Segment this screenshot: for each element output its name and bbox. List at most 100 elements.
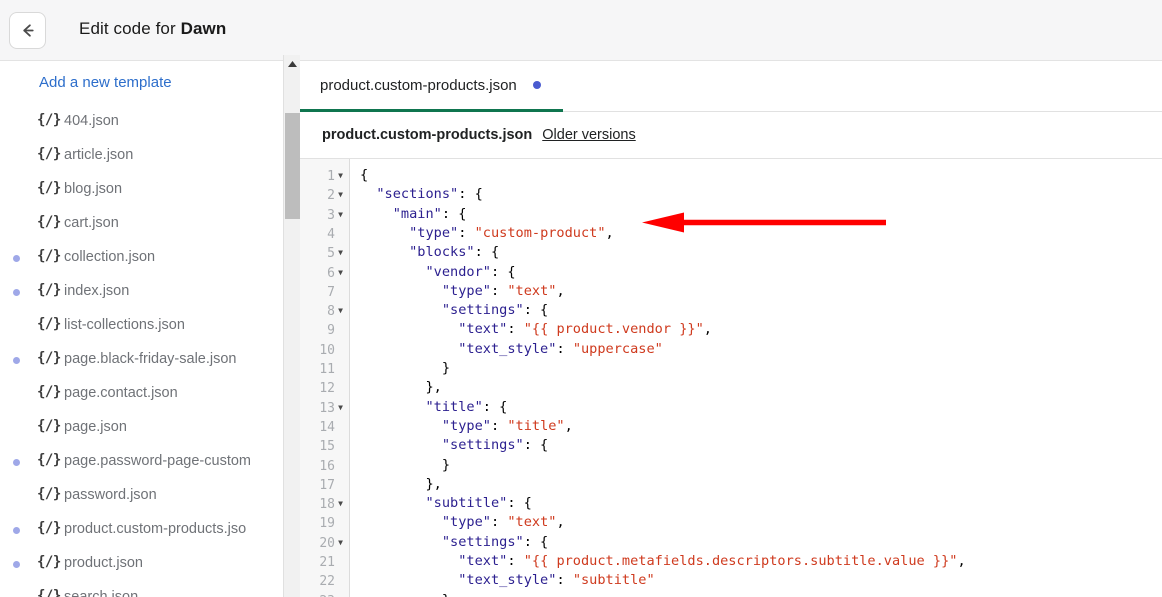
json-punctuation: { — [360, 167, 369, 183]
json-key: "subtitle" — [425, 495, 508, 512]
back-button[interactable] — [9, 12, 46, 49]
fold-spacer: ▼ — [335, 224, 346, 243]
arrow-left-icon — [18, 21, 37, 40]
file-list-item[interactable]: {/} product.json — [0, 547, 283, 581]
code-file-icon: {/} — [37, 146, 61, 162]
older-versions-link[interactable]: Older versions — [542, 127, 635, 143]
file-list-item[interactable]: {/} 404.json — [0, 105, 283, 139]
code-fold-toggle-icon[interactable]: ▼ — [335, 166, 346, 185]
line-number-value: 6 — [327, 265, 335, 281]
line-number: 2 ▼ — [300, 185, 350, 204]
code-fold-toggle-icon[interactable]: ▼ — [335, 185, 346, 204]
scroll-up-arrow-icon[interactable] — [284, 55, 300, 72]
current-file-name: product.custom-products.json — [322, 127, 533, 143]
code-line[interactable]: } — [360, 359, 450, 378]
code-line[interactable]: "type": "text", — [360, 282, 565, 301]
code-editor[interactable]: { "sections": {"main": {"type": "custom-p… — [300, 159, 1162, 597]
fold-spacer: ▼ — [335, 513, 346, 532]
editor-panel: product.custom-products.json product.cus… — [300, 61, 1162, 597]
line-number-value: 9 — [327, 323, 335, 339]
line-number: 16▼ — [300, 456, 350, 475]
code-line[interactable]: "text_style": "uppercase" — [360, 340, 663, 359]
line-number: 7▼ — [300, 282, 350, 301]
file-list-item[interactable]: {/} password.json — [0, 479, 283, 513]
code-line[interactable]: "settings": { — [360, 301, 548, 320]
fold-spacer: ▼ — [335, 417, 346, 436]
sidebar-scrollbar-thumb[interactable] — [285, 113, 300, 219]
file-list-item[interactable]: {/} index.json — [0, 275, 283, 309]
json-punctuation: , — [564, 417, 573, 434]
file-list-item[interactable]: {/} product.custom-products.jso — [0, 513, 283, 547]
page-title-theme: Dawn — [180, 19, 227, 38]
code-line[interactable]: } — [360, 591, 450, 597]
json-string-value: "title" — [507, 417, 565, 434]
file-list-item[interactable]: {/} list-collections.json — [0, 309, 283, 343]
line-number: 18 ▼ — [300, 494, 350, 513]
line-number: 17▼ — [300, 475, 350, 494]
line-number-value: 14 — [319, 419, 335, 435]
code-file-icon: {/} — [37, 112, 61, 128]
line-number-value: 3 — [327, 207, 335, 223]
file-list-item-label: page.contact.json — [64, 385, 178, 401]
code-fold-toggle-icon[interactable]: ▼ — [335, 243, 346, 262]
file-list-item[interactable]: {/} page.contact.json — [0, 377, 283, 411]
json-punctuation: }, — [425, 475, 442, 492]
code-line[interactable]: }, — [360, 378, 441, 397]
code-fold-toggle-icon[interactable]: ▼ — [335, 494, 346, 513]
json-punctuation: : { — [441, 205, 467, 222]
line-number: 11▼ — [300, 359, 350, 378]
file-list-item-label: 404.json — [64, 113, 119, 129]
json-punctuation: : { — [523, 437, 549, 454]
line-number: 10▼ — [300, 340, 350, 359]
file-list-item[interactable]: {/} page.json — [0, 411, 283, 445]
json-string-value: "custom-product" — [474, 224, 606, 241]
code-fold-toggle-icon[interactable]: ▼ — [335, 398, 346, 417]
code-line[interactable]: "text_style": "subtitle" — [360, 571, 655, 590]
code-content[interactable]: { "sections": {"main": {"type": "custom-p… — [351, 159, 1162, 597]
line-number-value: 7 — [327, 284, 335, 300]
code-line[interactable]: "subtitle": { — [360, 494, 531, 513]
code-line[interactable]: "settings": { — [360, 533, 548, 552]
json-string-value: "text" — [507, 514, 557, 531]
json-punctuation: } — [441, 456, 451, 473]
file-list-item[interactable]: {/} search.json — [0, 581, 283, 597]
file-list-item[interactable]: {/} page.black-friday-sale.json — [0, 343, 283, 377]
code-line[interactable]: "text": "{{ product.vendor }}", — [360, 320, 712, 339]
tab-product-custom-products[interactable]: product.custom-products.json — [300, 61, 563, 112]
file-list-item[interactable]: {/} collection.json — [0, 241, 283, 275]
code-fold-toggle-icon[interactable]: ▼ — [335, 205, 346, 224]
editor-tabbar: product.custom-products.json — [300, 61, 1162, 112]
file-list-item[interactable]: {/} cart.json — [0, 207, 283, 241]
code-line[interactable]: "type": "custom-product", — [360, 224, 614, 243]
json-string-value: "{{ product.vendor }}" — [523, 321, 704, 338]
code-line[interactable]: "type": "title", — [360, 417, 573, 436]
code-fold-toggle-icon[interactable]: ▼ — [335, 263, 346, 282]
code-line[interactable]: "main": { — [360, 205, 467, 224]
code-line[interactable]: "blocks": { — [360, 243, 499, 262]
code-fold-toggle-icon[interactable]: ▼ — [335, 533, 346, 552]
sidebar-scrollbar[interactable] — [283, 55, 300, 597]
json-punctuation: : { — [482, 398, 508, 415]
code-line[interactable]: { — [360, 166, 368, 185]
json-punctuation: , — [605, 224, 614, 241]
code-fold-toggle-icon[interactable]: ▼ — [335, 301, 346, 320]
file-list-item-label: search.json — [64, 589, 139, 597]
code-file-icon: {/} — [37, 248, 61, 264]
code-line[interactable]: }, — [360, 475, 442, 494]
file-list-item-label: page.json — [64, 419, 127, 435]
file-list-item[interactable]: {/} article.json — [0, 139, 283, 173]
code-line[interactable]: "settings": { — [360, 436, 548, 455]
add-new-template-link[interactable]: Add a new template — [39, 74, 172, 91]
file-list-item[interactable]: {/} page.password-page-custom — [0, 445, 283, 479]
code-line[interactable]: "sections": { — [360, 185, 482, 204]
code-line[interactable]: "text": "{{ product.metafields.descripto… — [360, 552, 965, 571]
code-line[interactable]: "vendor": { — [360, 263, 515, 282]
line-number: 21▼ — [300, 552, 350, 571]
file-modified-dot — [13, 459, 20, 466]
code-line[interactable]: "type": "text", — [360, 513, 565, 532]
line-number-value: 5 — [327, 246, 335, 262]
json-string-value: "subtitle" — [572, 572, 655, 589]
file-list-item[interactable]: {/} blog.json — [0, 173, 283, 207]
code-line[interactable]: "title": { — [360, 398, 507, 417]
code-line[interactable]: } — [360, 456, 450, 475]
